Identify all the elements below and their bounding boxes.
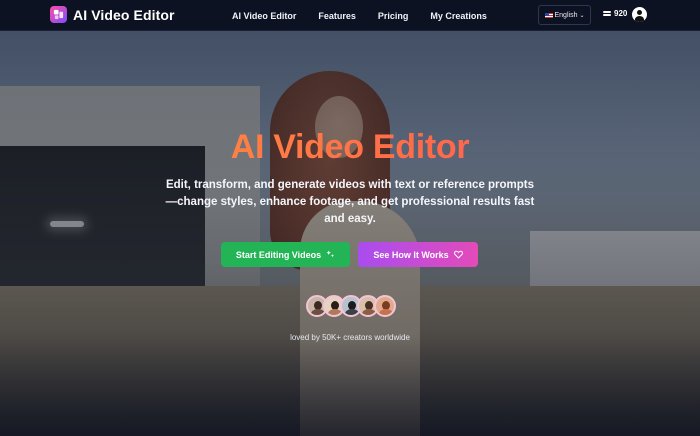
nav-link-pricing[interactable]: Pricing xyxy=(378,11,409,21)
start-editing-label: Start Editing Videos xyxy=(235,249,322,260)
coins-icon xyxy=(603,10,611,17)
nav-link-ai-video-editor[interactable]: AI Video Editor xyxy=(232,11,296,21)
language-label: English xyxy=(554,11,578,19)
credits-balance[interactable]: 920 xyxy=(603,9,627,18)
start-editing-button[interactable]: Start Editing Videos xyxy=(221,242,350,267)
creator-avatars xyxy=(306,295,396,317)
nav-link-my-creations[interactable]: My Creations xyxy=(430,11,487,21)
brand[interactable]: AI Video Editor xyxy=(50,6,175,23)
hero-title: AI Video Editor xyxy=(0,128,700,167)
sparkle-logo-icon xyxy=(50,6,67,23)
us-flag-icon xyxy=(544,12,553,18)
avatar xyxy=(374,295,396,317)
see-how-it-works-button[interactable]: See How It Works xyxy=(358,242,478,267)
credits-count: 920 xyxy=(614,9,628,18)
nav-links: AI Video Editor Features Pricing My Crea… xyxy=(232,0,509,31)
social-proof-text: loved by 50K+ creators worldwide xyxy=(290,333,410,342)
nav-link-features[interactable]: Features xyxy=(318,11,356,21)
language-select[interactable]: English ⌄ xyxy=(538,5,591,25)
sparkle-icon xyxy=(326,250,335,258)
user-avatar-icon[interactable] xyxy=(632,7,647,22)
chevron-down-icon: ⌄ xyxy=(579,12,585,19)
brand-name: AI Video Editor xyxy=(73,6,175,23)
hero-section: AI Video Editor Edit, transform, and gen… xyxy=(0,31,700,436)
heart-icon xyxy=(453,250,463,259)
top-navbar: AI Video Editor AI Video Editor Features… xyxy=(0,0,700,31)
see-how-it-works-label: See How It Works xyxy=(373,249,449,260)
hero-overlay xyxy=(0,31,700,436)
hero-description: Edit, transform, and generate videos wit… xyxy=(165,179,535,225)
